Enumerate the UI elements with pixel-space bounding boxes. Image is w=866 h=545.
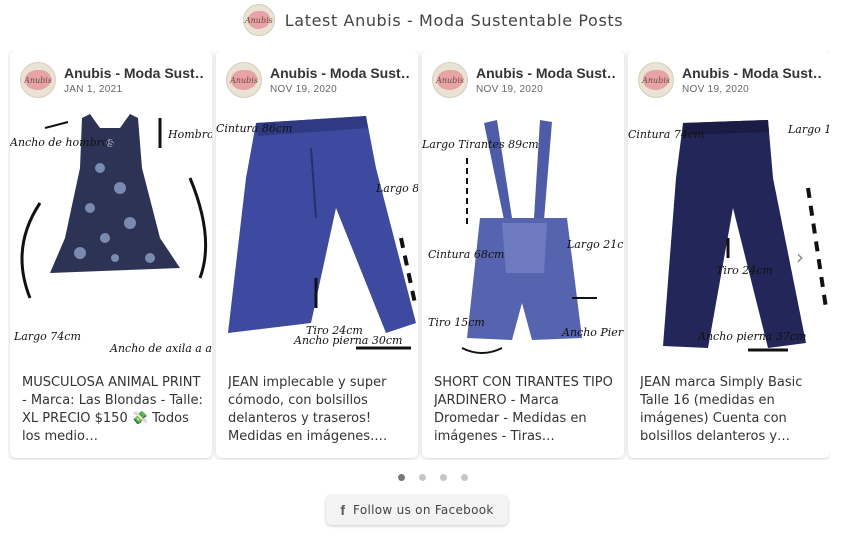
post-author[interactable]: Anubis - Moda Sustentable [270, 65, 410, 81]
posts-carousel[interactable]: Anubis Anubis - Moda Sustentable JAN 1, … [8, 50, 830, 460]
post-header: Anubis Anubis - Moda Sustentable NOV 19,… [638, 60, 822, 100]
image-note: Ancho de axila a axila 38cm [109, 342, 212, 355]
post-card[interactable]: Anubis Anubis - Moda Sustentable NOV 19,… [422, 50, 624, 458]
post-header: Anubis Anubis - Moda Sustentable NOV 19,… [226, 60, 410, 100]
image-note: Ancho pierna 37cm [697, 330, 806, 343]
image-note: Largo 107cm [787, 123, 830, 136]
image-note: Ancho pierna 30cm [293, 334, 402, 347]
post-card[interactable]: Anubis Anubis - Moda Sustentable NOV 19,… [216, 50, 418, 458]
image-note: Cintura 68cm [428, 248, 504, 261]
pagination-dot[interactable] [440, 474, 447, 481]
post-author[interactable]: Anubis - Moda Sustentable [476, 65, 616, 81]
post-date: NOV 19, 2020 [476, 84, 543, 95]
author-avatar[interactable]: Anubis [20, 62, 56, 98]
image-note: Cintura 74cm [628, 128, 704, 141]
post-date: NOV 19, 2020 [270, 84, 337, 95]
pagination-dot[interactable] [419, 474, 426, 481]
chevron-right-icon[interactable]: › [796, 247, 810, 267]
image-note: Largo 21cm [566, 238, 624, 251]
follow-label: Follow us on Facebook [353, 503, 494, 517]
post-date: JAN 1, 2021 [64, 84, 123, 95]
post-caption[interactable]: MUSCULOSA ANIMAL PRINT - Marca: Las Blon… [22, 374, 204, 446]
author-avatar[interactable]: Anubis [226, 62, 262, 98]
image-note: Cintura 86cm [216, 122, 292, 135]
post-image[interactable]: Ancho de hombros Hombro a axila 39cm Lar… [10, 108, 212, 360]
facebook-icon: f [340, 502, 346, 518]
image-note: Ancho Pierna 25cm [561, 326, 624, 339]
post-header: Anubis Anubis - Moda Sustentable NOV 19,… [432, 60, 616, 100]
image-note: Largo Tirantes 89cm [422, 138, 539, 151]
pagination-dot[interactable] [398, 474, 405, 481]
post-image[interactable]: Cintura 74cm Largo 107cm Tiro 24cm Ancho… [628, 108, 830, 360]
follow-facebook-button[interactable]: f Follow us on Facebook [326, 495, 508, 525]
post-caption[interactable]: JEAN implecable y super cómodo, con bols… [228, 374, 410, 446]
post-image[interactable]: Cintura 86cm Largo 86cm Tiro 24cm Ancho … [216, 108, 418, 360]
image-note: Tiro 15cm [428, 316, 485, 329]
image-note: Hombro a axila 39cm [167, 128, 212, 141]
author-avatar[interactable]: Anubis [432, 62, 468, 98]
post-caption[interactable]: SHORT CON TIRANTES TIPO JARDINERO - Marc… [434, 374, 616, 446]
image-note: Largo 86cm [375, 182, 418, 195]
post-card[interactable]: Anubis Anubis - Moda Sustentable JAN 1, … [10, 50, 212, 458]
post-date: NOV 19, 2020 [682, 84, 749, 95]
image-note: Largo 74cm [13, 330, 81, 343]
carousel-pagination [0, 474, 866, 481]
post-caption[interactable]: JEAN marca Simply Basic Talle 16 (medida… [640, 374, 822, 446]
post-author[interactable]: Anubis - Moda Sustentable [64, 65, 204, 81]
image-note: Ancho de hombros [10, 136, 115, 149]
post-author[interactable]: Anubis - Moda Sustentable [682, 65, 822, 81]
post-image[interactable]: Largo Tirantes 89cm Cintura 68cm Largo 2… [422, 108, 624, 360]
image-note: Tiro 24cm [716, 264, 773, 277]
author-avatar[interactable]: Anubis [638, 62, 674, 98]
post-header: Anubis Anubis - Moda Sustentable JAN 1, … [20, 60, 204, 100]
feed-title: Latest Anubis - Moda Sustentable Posts [284, 10, 624, 30]
brand-logo[interactable]: Anubis [242, 4, 275, 36]
pagination-dot[interactable] [461, 474, 468, 481]
feed-header: Anubis Latest Anubis - Moda Sustentable … [0, 4, 866, 36]
